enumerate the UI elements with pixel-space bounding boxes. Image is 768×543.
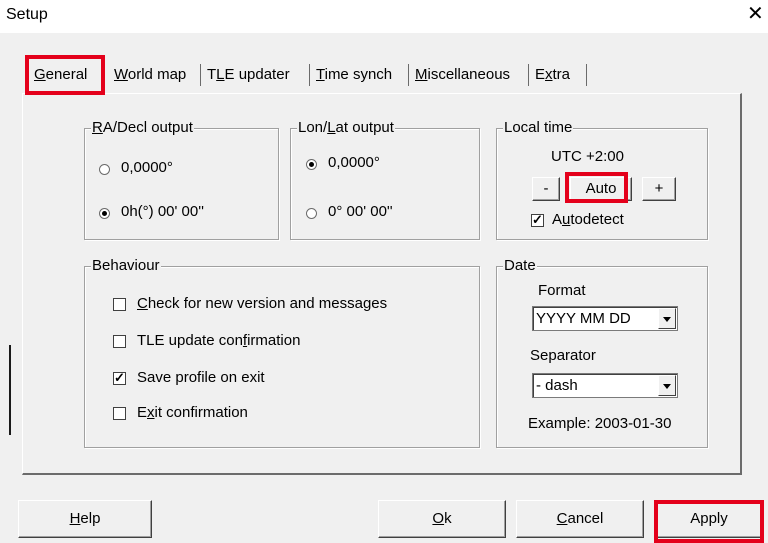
title-bar [0,0,768,33]
radec-decimal-radio[interactable] [99,164,110,175]
window-edge-artifact [9,345,11,435]
radec-output-group: RA/Decl output [84,119,279,240]
tab-world-map[interactable]: World map [112,60,188,90]
date-legend: Date [503,257,537,275]
auto-highlight-box [565,172,628,203]
separator-label: Separator [530,347,596,364]
tab-separator [528,64,529,86]
format-select[interactable]: YYYY MM DD [532,306,678,331]
autodetect-label: Autodetect [552,211,624,228]
lonlat-decimal-label: 0,0000° [328,154,380,171]
check-new-version-label: Check for new version and messages [137,295,388,312]
help-button[interactable]: Help [18,500,152,538]
lonlat-output-group: Lon/Lat output [290,119,480,240]
apply-highlight-box [654,500,764,543]
tab-separator [586,64,587,86]
save-profile-checkbox[interactable]: ✓ [113,370,126,385]
radec-decimal-label: 0,0000° [121,159,173,176]
window-title: Setup [6,6,48,23]
date-example-label: Example: 2003-01-30 [528,415,672,432]
close-icon[interactable]: ✕ [747,4,764,24]
general-tab-highlight-box [25,55,105,95]
format-label: Format [538,282,586,299]
checkmark-icon: ✓ [532,212,543,227]
plus-button[interactable]: + [642,177,676,201]
tab-extra[interactable]: Extra [533,60,572,90]
tle-update-confirmation-label: TLE update confirmation [137,332,301,349]
autodetect-checkbox[interactable]: ✓ [531,212,544,227]
utc-offset-label: UTC +2:00 [551,148,624,165]
tab-time-synch[interactable]: Time synch [314,60,394,90]
lonlat-decimal-radio[interactable] [306,159,317,170]
tab-tle-updater[interactable]: TLE updater [205,60,292,90]
local-time-legend: Local time [503,119,574,137]
checkmark-icon: ✓ [114,370,125,385]
check-new-version-checkbox[interactable] [113,298,126,311]
lonlat-dms-label: 0° 00' 00'' [328,203,393,220]
lonlat-output-legend: Lon/Lat output [297,119,395,137]
chevron-down-icon[interactable] [658,308,676,329]
exit-confirmation-label: Exit confirmation [137,404,248,421]
tle-update-confirmation-checkbox[interactable] [113,335,126,348]
radec-dms-radio[interactable] [99,208,110,219]
separator-select[interactable]: - dash [532,373,678,398]
tab-separator [408,64,409,86]
lonlat-dms-radio[interactable] [306,208,317,219]
minus-button[interactable]: - [532,177,560,201]
tab-separator [200,64,201,86]
chevron-down-icon[interactable] [658,375,676,396]
behaviour-legend: Behaviour [91,257,161,275]
exit-confirmation-checkbox[interactable] [113,407,126,420]
separator-select-value: - dash [536,377,578,394]
format-select-value: YYYY MM DD [536,310,631,327]
save-profile-label: Save profile on exit [137,369,265,386]
radec-dms-label: 0h(°) 00' 00'' [121,203,204,220]
tab-miscellaneous[interactable]: Miscellaneous [413,60,512,90]
ok-button[interactable]: Ok [378,500,506,538]
radec-output-legend: RA/Decl output [91,119,194,137]
tab-separator [309,64,310,86]
cancel-button[interactable]: Cancel [516,500,644,538]
